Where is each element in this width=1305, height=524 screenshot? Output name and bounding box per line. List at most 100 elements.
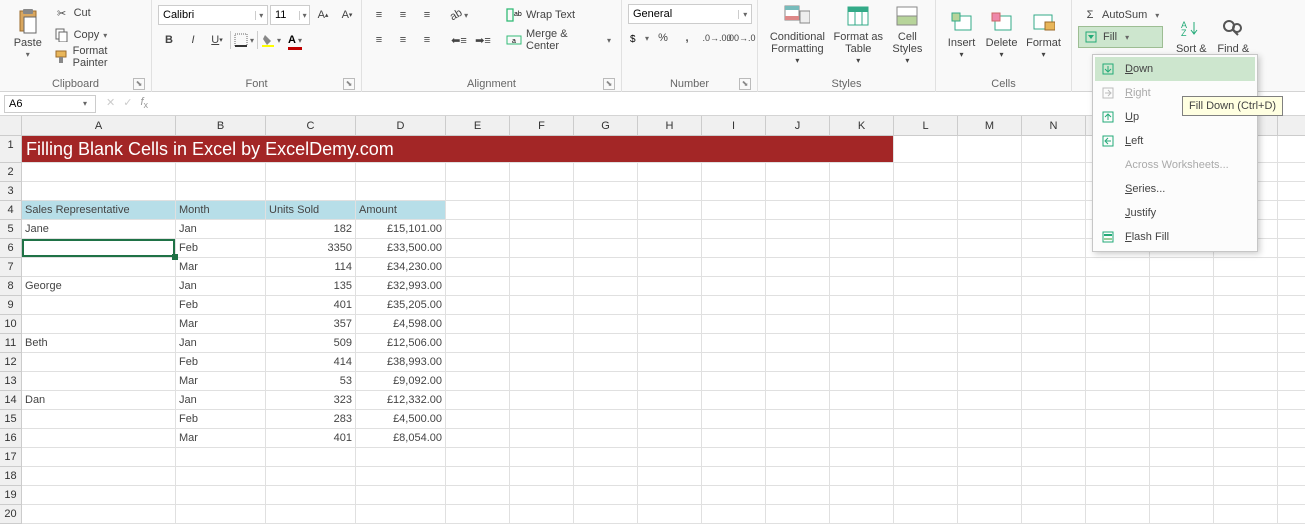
cell[interactable]: £34,230.00 — [356, 258, 446, 277]
cell-styles-button[interactable]: Cell Styles▾ — [886, 2, 929, 68]
cell[interactable] — [574, 220, 638, 239]
cell[interactable]: Mar — [176, 429, 266, 448]
align-center-button[interactable]: ≡ — [392, 29, 414, 51]
cell[interactable] — [766, 372, 830, 391]
clipboard-launcher[interactable]: ⬊ — [133, 78, 145, 90]
cell[interactable] — [22, 296, 176, 315]
delete-button[interactable]: Delete▾ — [981, 2, 1022, 68]
alignment-launcher[interactable]: ⬊ — [603, 78, 615, 90]
cell[interactable] — [446, 467, 510, 486]
cell[interactable] — [1214, 277, 1278, 296]
cell[interactable] — [446, 315, 510, 334]
cell[interactable] — [958, 163, 1022, 182]
cell[interactable] — [638, 467, 702, 486]
cell[interactable]: 114 — [266, 258, 356, 277]
cell[interactable] — [830, 277, 894, 296]
cell[interactable] — [638, 391, 702, 410]
cell[interactable] — [894, 467, 958, 486]
cell[interactable] — [766, 505, 830, 524]
cell[interactable]: Mar — [176, 258, 266, 277]
cell[interactable]: 414 — [266, 353, 356, 372]
cell[interactable] — [510, 391, 574, 410]
cell[interactable]: 135 — [266, 277, 356, 296]
cell[interactable] — [1278, 505, 1305, 524]
cell[interactable] — [510, 410, 574, 429]
cell[interactable]: Mar — [176, 315, 266, 334]
cell[interactable] — [22, 163, 176, 182]
cell[interactable] — [830, 429, 894, 448]
cell[interactable] — [958, 277, 1022, 296]
cell[interactable]: Jane — [22, 220, 176, 239]
cell[interactable] — [574, 372, 638, 391]
row-header[interactable]: 3 — [0, 182, 22, 201]
cell[interactable] — [894, 372, 958, 391]
cell[interactable]: £9,092.00 — [356, 372, 446, 391]
cell[interactable]: £12,332.00 — [356, 391, 446, 410]
cell[interactable] — [1150, 467, 1214, 486]
cell[interactable] — [766, 391, 830, 410]
cell[interactable] — [830, 220, 894, 239]
row-header[interactable]: 4 — [0, 201, 22, 220]
cell[interactable] — [510, 258, 574, 277]
cell[interactable] — [510, 334, 574, 353]
cell[interactable] — [356, 505, 446, 524]
cell[interactable] — [638, 201, 702, 220]
cell[interactable] — [958, 239, 1022, 258]
cell[interactable] — [702, 163, 766, 182]
cell[interactable] — [446, 372, 510, 391]
cell[interactable] — [830, 182, 894, 201]
cell[interactable] — [574, 467, 638, 486]
align-bottom-button[interactable]: ≡ — [416, 4, 438, 26]
cell[interactable] — [446, 353, 510, 372]
cell[interactable] — [766, 277, 830, 296]
cell[interactable] — [1022, 201, 1086, 220]
cell[interactable] — [446, 448, 510, 467]
cell[interactable] — [22, 467, 176, 486]
increase-decimal-button[interactable]: .0→.00 — [706, 27, 728, 49]
cancel-formula-icon[interactable]: ✕ — [106, 96, 115, 110]
increase-font-button[interactable]: A▴ — [312, 4, 334, 26]
cell[interactable] — [766, 239, 830, 258]
cell[interactable] — [1086, 410, 1150, 429]
cell[interactable] — [894, 163, 958, 182]
cell[interactable] — [574, 505, 638, 524]
cell[interactable] — [1214, 486, 1278, 505]
cell[interactable] — [830, 486, 894, 505]
cell[interactable] — [958, 505, 1022, 524]
conditional-formatting-button[interactable]: Conditional Formatting▾ — [764, 2, 831, 68]
column-header[interactable]: E — [446, 116, 510, 136]
cell[interactable]: Feb — [176, 410, 266, 429]
cell[interactable]: Jan — [176, 220, 266, 239]
cell[interactable]: £8,054.00 — [356, 429, 446, 448]
cell[interactable]: 401 — [266, 429, 356, 448]
cell[interactable] — [638, 239, 702, 258]
cell[interactable] — [958, 136, 1022, 163]
cell[interactable] — [574, 277, 638, 296]
select-all-corner[interactable] — [0, 116, 22, 136]
underline-button[interactable]: U▾ — [206, 29, 228, 51]
cell[interactable] — [510, 296, 574, 315]
row-header[interactable]: 8 — [0, 277, 22, 296]
column-header[interactable]: D — [356, 116, 446, 136]
cell[interactable] — [1022, 239, 1086, 258]
cell[interactable] — [1086, 486, 1150, 505]
cell[interactable] — [1278, 182, 1305, 201]
cell[interactable] — [830, 448, 894, 467]
decrease-indent-button[interactable]: ⬅≡ — [448, 29, 470, 51]
column-header[interactable]: R — [1278, 116, 1305, 136]
cell[interactable] — [894, 486, 958, 505]
cell[interactable] — [1214, 296, 1278, 315]
fill-series-item[interactable]: Series... — [1095, 177, 1255, 201]
cell[interactable] — [446, 429, 510, 448]
cell[interactable] — [1214, 429, 1278, 448]
cell[interactable] — [510, 239, 574, 258]
decrease-font-button[interactable]: A▾ — [336, 4, 358, 26]
cell[interactable] — [766, 486, 830, 505]
fill-left-item[interactable]: Left — [1095, 129, 1255, 153]
cell[interactable] — [22, 505, 176, 524]
cell[interactable] — [356, 467, 446, 486]
copy-button[interactable]: Copy▾ — [50, 24, 145, 46]
cell[interactable] — [894, 296, 958, 315]
cell[interactable] — [766, 353, 830, 372]
cell[interactable] — [638, 486, 702, 505]
